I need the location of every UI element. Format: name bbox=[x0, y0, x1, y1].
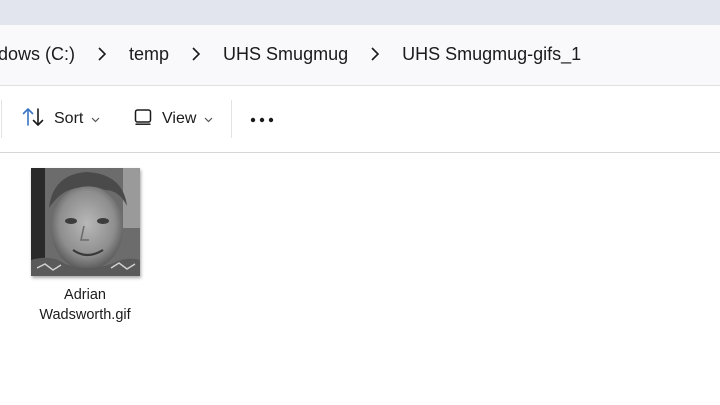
sort-icon bbox=[22, 107, 44, 132]
command-bar: Sort View bbox=[0, 86, 720, 153]
file-name-line2: Wadsworth.gif bbox=[39, 307, 131, 323]
file-name: Adrian Wadsworth.gif bbox=[22, 285, 148, 325]
view-icon bbox=[134, 108, 152, 131]
chevron-right-icon[interactable] bbox=[185, 47, 207, 61]
chevron-down-icon bbox=[204, 110, 213, 128]
window-title-strip bbox=[0, 0, 720, 25]
file-name-line1: Adrian bbox=[64, 287, 106, 303]
sort-button[interactable]: Sort bbox=[22, 105, 100, 133]
file-item[interactable]: Adrian Wadsworth.gif bbox=[22, 165, 148, 325]
breadcrumb-item-drive[interactable]: dows (C:) bbox=[0, 44, 75, 65]
more-options-button[interactable] bbox=[250, 105, 274, 133]
address-bar[interactable]: dows (C:) temp UHS Smugmug UHS Smugmug-g… bbox=[0, 25, 720, 86]
breadcrumb-item-current-folder[interactable]: UHS Smugmug-gifs_1 bbox=[402, 44, 581, 65]
chevron-right-icon[interactable] bbox=[364, 47, 386, 61]
toolbar-divider bbox=[1, 100, 2, 138]
breadcrumb-item-uhs-smugmug[interactable]: UHS Smugmug bbox=[223, 44, 348, 65]
toolbar-divider bbox=[231, 100, 232, 138]
portrait-image bbox=[30, 168, 140, 276]
sort-label: Sort bbox=[54, 110, 84, 127]
more-options-icon bbox=[250, 110, 274, 128]
view-button[interactable]: View bbox=[134, 105, 213, 133]
breadcrumb: dows (C:) temp UHS Smugmug UHS Smugmug-g… bbox=[0, 42, 581, 66]
file-view[interactable]: Adrian Wadsworth.gif bbox=[0, 153, 720, 405]
breadcrumb-item-temp[interactable]: temp bbox=[129, 44, 169, 65]
file-thumbnail[interactable] bbox=[30, 168, 140, 276]
chevron-down-icon bbox=[91, 110, 100, 128]
view-label: View bbox=[162, 110, 197, 127]
chevron-right-icon[interactable] bbox=[91, 47, 113, 61]
